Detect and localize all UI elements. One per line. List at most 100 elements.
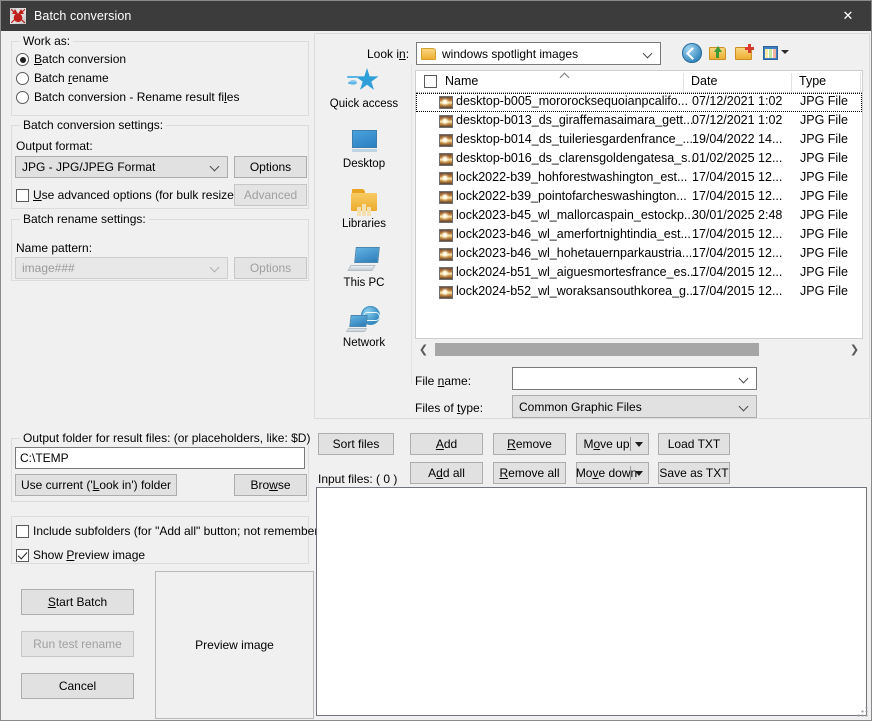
table-row[interactable]: desktop-b016_ds_clarensgoldengatesa_s...… <box>416 150 862 169</box>
column-header-type[interactable]: Type <box>799 74 826 88</box>
chevron-down-icon <box>644 49 653 58</box>
place-network[interactable]: Network <box>317 305 411 349</box>
table-row[interactable]: desktop-b013_ds_giraffemasaimara_gett...… <box>416 112 862 131</box>
file-thumbnail-icon <box>439 210 453 223</box>
table-row[interactable]: lock2022-b39_hohforestwashington_est... 1… <box>416 169 862 188</box>
cell-file-type: JPG File <box>800 132 848 146</box>
table-row[interactable]: lock2022-b39_pointofarcheswashington... 1… <box>416 188 862 207</box>
show-preview-checkbox[interactable] <box>16 549 29 562</box>
cell-file-type: JPG File <box>800 113 848 127</box>
resize-grip[interactable] <box>857 706 869 718</box>
cell-file-name: desktop-b005_mororocksequoianpcalifo... <box>456 94 689 108</box>
file-thumbnail-icon <box>439 172 453 185</box>
look-in-combo[interactable]: windows spotlight images <box>416 42 661 65</box>
use-current-folder-button[interactable]: Use current ('Look in') folder <box>15 474 177 496</box>
column-header-name[interactable]: Name <box>445 74 478 88</box>
cell-file-type: JPG File <box>800 170 848 184</box>
radio-batch-conversion-rename[interactable] <box>16 91 29 104</box>
add-button[interactable]: Add <box>410 433 483 455</box>
cell-file-name: desktop-b014_ds_tuileriesgardenfrance_..… <box>456 132 693 146</box>
cancel-button[interactable]: Cancel <box>21 673 134 699</box>
output-format-combo[interactable]: JPG - JPG/JPEG Format <box>15 156 228 178</box>
column-header-date[interactable]: Date <box>691 74 717 88</box>
table-row[interactable]: lock2023-b46_wl_amerfortnightindia_est..… <box>416 226 862 245</box>
advanced-button[interactable]: Advanced <box>234 184 307 206</box>
table-row[interactable]: lock2024-b51_wl_aiguesmortesfrance_es...… <box>416 264 862 283</box>
output-format-value: JPG - JPG/JPEG Format <box>22 160 156 174</box>
quick-access-star-icon <box>347 66 381 96</box>
sort-files-button[interactable]: Sort files <box>318 433 394 455</box>
cell-file-date: 30/01/2025 2:48 <box>692 208 783 222</box>
remove-all-button[interactable]: Remove all <box>493 462 566 484</box>
hscroll-track[interactable] <box>432 341 846 358</box>
files-of-type-combo[interactable]: Common Graphic Files <box>512 395 757 418</box>
close-icon[interactable]: ✕ <box>825 1 871 31</box>
remove-button[interactable]: Remove <box>493 433 566 455</box>
name-pattern-options-button[interactable]: Options <box>234 257 307 279</box>
file-list-hscrollbar[interactable]: ❮ ❯ <box>415 341 863 358</box>
libraries-folder-icon <box>347 186 381 216</box>
irfanview-cat-icon <box>10 8 26 24</box>
table-row[interactable]: desktop-b005_mororocksequoianpcalifo... 0… <box>416 93 862 112</box>
radio-batch-conversion-label: Batch conversion <box>34 52 127 66</box>
place-libraries[interactable]: Libraries <box>317 186 411 230</box>
hscroll-thumb[interactable] <box>435 343 759 356</box>
file-thumbnail-icon <box>439 191 453 204</box>
add-all-button[interactable]: Add all <box>410 462 483 484</box>
scroll-right-icon[interactable]: ❯ <box>846 341 863 358</box>
cell-file-type: JPG File <box>800 227 848 241</box>
cell-file-name: lock2022-b39_pointofarcheswashington... <box>456 189 687 203</box>
place-desktop[interactable]: Desktop <box>317 126 411 170</box>
cell-file-date: 01/02/2025 12... <box>692 151 783 165</box>
new-folder-icon[interactable] <box>734 43 754 63</box>
browse-button[interactable]: Browse <box>234 474 307 496</box>
views-icon[interactable] <box>762 43 789 63</box>
include-subfolders-checkbox[interactable] <box>16 525 29 538</box>
chevron-down-icon <box>211 263 220 272</box>
table-row[interactable]: lock2024-b52_wl_woraksansouthkorea_g... 1… <box>416 283 862 302</box>
radio-batch-rename[interactable] <box>16 72 29 85</box>
file-thumbnail-icon <box>439 248 453 261</box>
name-pattern-label: Name pattern: <box>16 241 93 255</box>
cell-file-date: 17/04/2015 12... <box>692 227 783 241</box>
up-folder-icon[interactable] <box>708 43 728 63</box>
cell-file-name: lock2024-b51_wl_aiguesmortesfrance_es... <box>456 265 698 279</box>
look-in-value: windows spotlight images <box>442 46 579 61</box>
file-name-combo[interactable] <box>512 367 757 390</box>
radio-batch-conversion-rename-label: Batch conversion - Rename result files <box>34 90 240 104</box>
table-row[interactable]: desktop-b014_ds_tuileriesgardenfrance_..… <box>416 131 862 150</box>
cell-file-date: 17/04/2015 12... <box>692 170 783 184</box>
place-quick-access[interactable]: Quick access <box>317 66 411 110</box>
cell-file-type: JPG File <box>800 246 848 260</box>
move-up-button[interactable]: Move up <box>576 433 649 455</box>
load-txt-button[interactable]: Load TXT <box>658 433 730 455</box>
cell-file-name: lock2022-b39_hohforestwashington_est... <box>456 170 688 184</box>
start-batch-label: Start Batch <box>47 595 108 609</box>
move-down-button[interactable]: Move down <box>576 462 649 484</box>
input-files-count-label: Input files: ( 0 ) <box>318 472 398 486</box>
file-thumbnail-icon <box>439 229 453 242</box>
output-format-label: Output format: <box>16 139 93 153</box>
cell-file-type: JPG File <box>800 265 848 279</box>
output-format-options-button[interactable]: Options <box>234 156 307 178</box>
cell-file-date: 19/04/2022 14... <box>692 132 783 146</box>
save-as-txt-button[interactable]: Save as TXT <box>658 462 730 484</box>
place-this-pc[interactable]: This PC <box>317 245 411 289</box>
window-title: Batch conversion <box>34 9 132 23</box>
input-files-listbox[interactable] <box>316 487 867 716</box>
run-test-rename-button[interactable]: Run test rename <box>21 631 134 657</box>
rename-settings-label: Batch rename settings: <box>20 212 149 226</box>
start-batch-button[interactable]: Start Batch <box>21 589 134 615</box>
use-advanced-options-checkbox[interactable] <box>16 189 29 202</box>
cell-file-type: JPG File <box>800 94 848 108</box>
select-all-checkbox[interactable] <box>424 75 437 88</box>
back-icon[interactable] <box>682 43 702 63</box>
file-list-view[interactable]: Name Date Type desktop-b005_mororocksequ… <box>415 70 863 339</box>
radio-batch-conversion[interactable] <box>16 53 29 66</box>
scroll-left-icon[interactable]: ❮ <box>415 341 432 358</box>
output-folder-input[interactable]: C:\TEMP <box>15 447 305 469</box>
table-row[interactable]: lock2023-b46_wl_hohetauernparkaustria...… <box>416 245 862 264</box>
cell-file-date: 17/04/2015 12... <box>692 246 783 260</box>
name-pattern-combo[interactable]: image### <box>15 257 228 279</box>
table-row[interactable]: lock2023-b45_wl_mallorcaspain_estockp...… <box>416 207 862 226</box>
